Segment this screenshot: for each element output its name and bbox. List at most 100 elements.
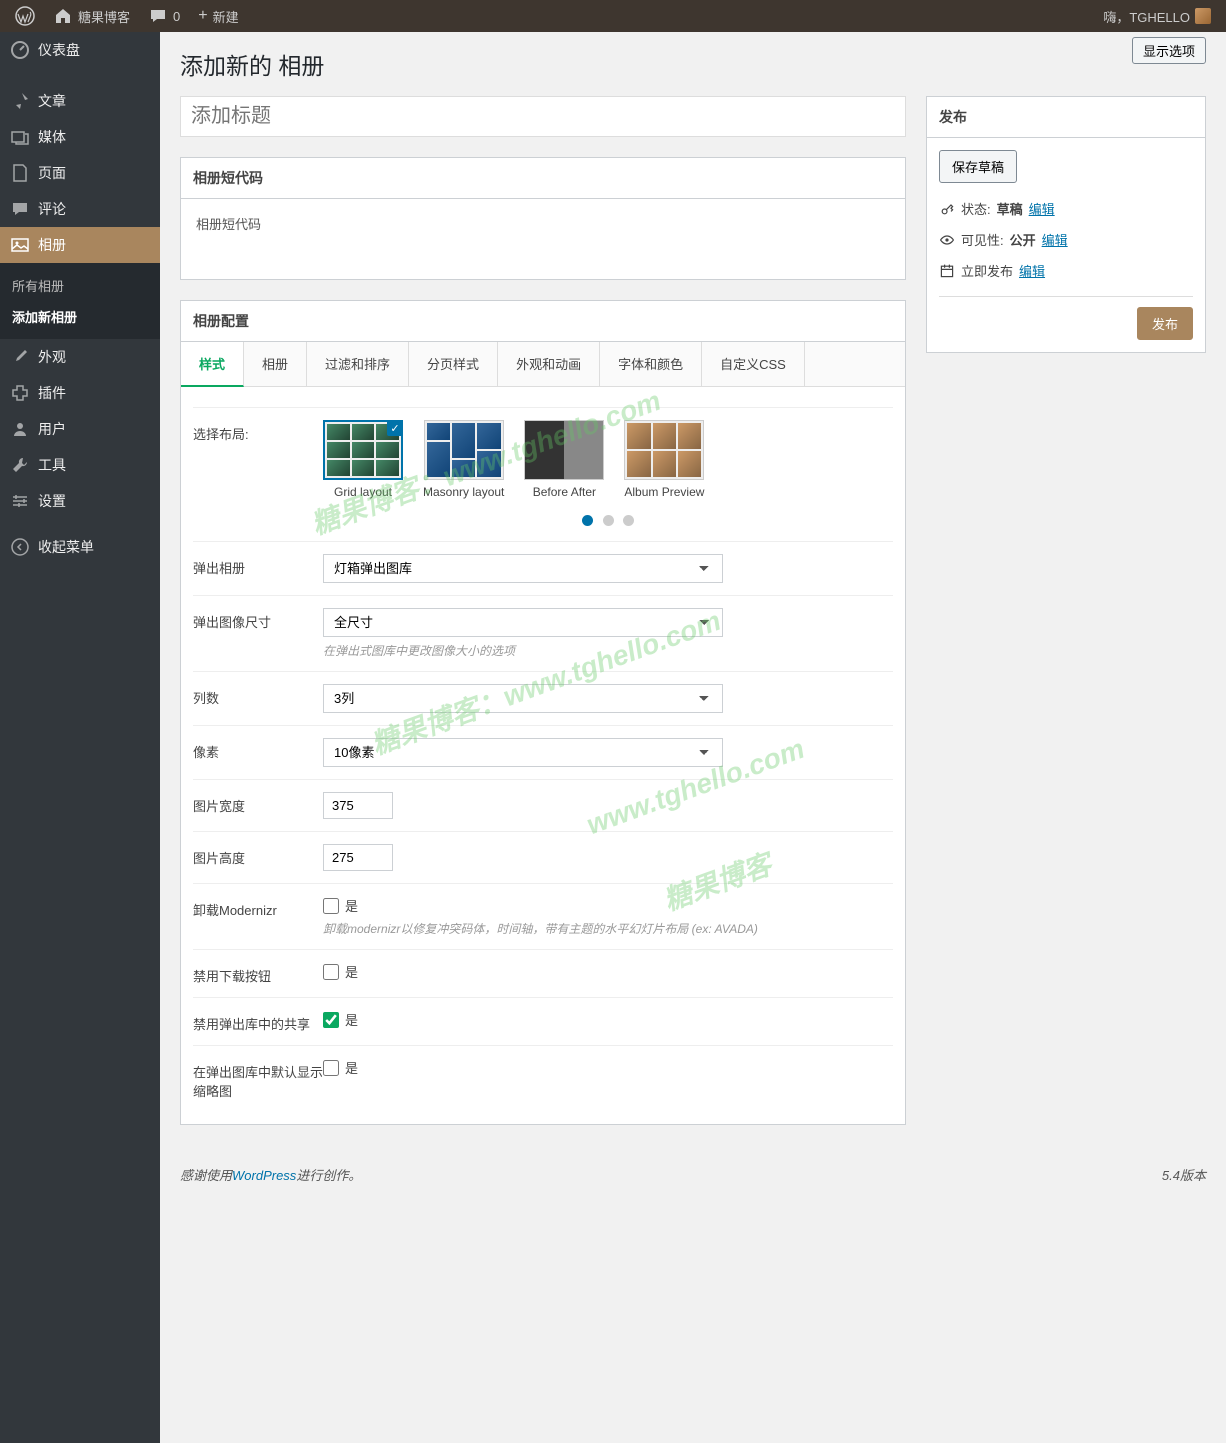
user-icon <box>10 419 30 439</box>
tab-gallery[interactable]: 相册 <box>244 342 307 386</box>
save-draft-button[interactable]: 保存草稿 <box>939 150 1017 183</box>
layout-opt-masonry[interactable]: Masonry layout <box>423 420 504 499</box>
dot-1[interactable] <box>582 515 593 526</box>
gallery-icon <box>10 235 30 255</box>
plugin-icon <box>10 383 30 403</box>
submenu-all-galleries[interactable]: 所有相册 <box>0 270 160 301</box>
media-icon <box>10 127 30 147</box>
dot-3[interactable] <box>623 515 634 526</box>
site-name: 糖果博客 <box>78 7 130 26</box>
disable-share-label: 禁用弹出库中的共享 <box>193 1010 323 1033</box>
comments-link[interactable]: 0 <box>141 0 187 32</box>
layout-opt-before-after[interactable]: Before After <box>524 420 604 499</box>
calendar-icon <box>939 263 955 279</box>
collapse-icon <box>10 537 30 557</box>
pin-icon <box>10 91 30 111</box>
menu-dashboard[interactable]: 仪表盘 <box>0 32 160 68</box>
menu-posts[interactable]: 文章 <box>0 83 160 119</box>
height-label: 图片高度 <box>193 844 323 871</box>
modernizr-checkbox[interactable] <box>323 898 339 914</box>
layout-pagination-dots <box>323 514 893 529</box>
user-greeting[interactable]: 嗨，TGHELLO <box>1096 0 1218 32</box>
menu-comments[interactable]: 评论 <box>0 191 160 227</box>
width-label: 图片宽度 <box>193 792 323 819</box>
default-thumbs-label: 在弹出图库中默认显示缩略图 <box>193 1058 323 1100</box>
menu-collapse[interactable]: 收起菜单 <box>0 529 160 565</box>
site-link[interactable]: 糖果博客 <box>46 0 137 32</box>
schedule-label: 立即发布 <box>961 261 1013 280</box>
layout-opt-album[interactable]: Album Preview <box>624 420 704 499</box>
pixels-select[interactable]: 10像素 <box>323 738 723 767</box>
menu-plugins[interactable]: 插件 <box>0 375 160 411</box>
tab-filter[interactable]: 过滤和排序 <box>307 342 409 386</box>
height-input[interactable] <box>323 844 393 871</box>
home-icon <box>53 6 73 26</box>
title-input[interactable] <box>180 96 906 137</box>
dot-2[interactable] <box>603 515 614 526</box>
menu-gallery[interactable]: 相册 <box>0 227 160 263</box>
width-input[interactable] <box>323 792 393 819</box>
visibility-value: 公开 <box>1010 230 1036 249</box>
disable-download-checkbox[interactable] <box>323 964 339 980</box>
tab-appearance[interactable]: 外观和动画 <box>498 342 600 386</box>
comment-count: 0 <box>173 9 180 24</box>
modernizr-label: 卸载Modernizr <box>193 896 323 937</box>
layout-opt-grid[interactable]: ✓ Grid layout <box>323 420 403 499</box>
dashboard-icon <box>10 40 30 60</box>
tab-pagination[interactable]: 分页样式 <box>409 342 498 386</box>
popup-size-select[interactable]: 全尺寸 <box>323 608 723 637</box>
page-icon <box>10 163 30 183</box>
publish-box: 发布 保存草稿 状态: 草稿 编辑 可见性: 公开 <box>926 96 1206 353</box>
settings-icon <box>10 491 30 511</box>
publish-heading: 发布 <box>927 97 1205 138</box>
footer-thanks: 感谢使用WordPress进行创作。 <box>180 1165 361 1184</box>
menu-media[interactable]: 媒体 <box>0 119 160 155</box>
layout-label: 选择布局: <box>193 420 323 529</box>
tools-icon <box>10 455 30 475</box>
default-thumbs-checkbox[interactable] <box>323 1060 339 1076</box>
schedule-edit-link[interactable]: 编辑 <box>1019 261 1045 280</box>
popup-size-label: 弹出图像尺寸 <box>193 608 323 659</box>
visibility-edit-link[interactable]: 编辑 <box>1042 230 1068 249</box>
status-value: 草稿 <box>997 199 1023 218</box>
tab-css[interactable]: 自定义CSS <box>702 342 805 386</box>
brush-icon <box>10 347 30 367</box>
shortcode-text: 相册短代码 <box>181 199 905 279</box>
key-icon <box>939 201 955 217</box>
columns-label: 列数 <box>193 684 323 713</box>
menu-settings[interactable]: 设置 <box>0 483 160 519</box>
tab-fonts[interactable]: 字体和颜色 <box>600 342 702 386</box>
submenu-add-gallery[interactable]: 添加新相册 <box>0 301 160 332</box>
menu-pages[interactable]: 页面 <box>0 155 160 191</box>
status-label: 状态: <box>961 199 991 218</box>
config-box: 相册配置 样式 相册 过滤和排序 分页样式 外观和动画 字体和颜色 自定义CSS <box>180 300 906 1125</box>
new-link[interactable]: +新建 <box>191 0 245 32</box>
plus-icon: + <box>198 7 207 25</box>
publish-button[interactable]: 发布 <box>1137 307 1193 340</box>
screen-options-button[interactable]: 显示选项 <box>1132 37 1206 64</box>
modernizr-hint: 卸载modernizr以修复冲突码体，时间轴，带有主题的水平幻灯片布局 (ex:… <box>323 920 893 937</box>
page-title: 添加新的 相册 <box>180 47 1206 81</box>
status-edit-link[interactable]: 编辑 <box>1029 199 1055 218</box>
visibility-label: 可见性: <box>961 230 1004 249</box>
pixels-label: 像素 <box>193 738 323 767</box>
disable-download-label: 禁用下载按钮 <box>193 962 323 985</box>
menu-appearance[interactable]: 外观 <box>0 339 160 375</box>
tab-style[interactable]: 样式 <box>181 342 244 387</box>
shortcode-box: 相册短代码 相册短代码 <box>180 157 906 280</box>
wp-logo[interactable] <box>8 0 42 32</box>
menu-tools[interactable]: 工具 <box>0 447 160 483</box>
popup-size-hint: 在弹出式图库中更改图像大小的选项 <box>323 642 893 659</box>
columns-select[interactable]: 3列 <box>323 684 723 713</box>
shortcode-heading: 相册短代码 <box>181 158 905 199</box>
popup-select[interactable]: 灯箱弹出图库 <box>323 554 723 583</box>
menu-users[interactable]: 用户 <box>0 411 160 447</box>
config-heading: 相册配置 <box>181 301 905 342</box>
check-icon: ✓ <box>387 420 403 436</box>
eye-icon <box>939 232 955 248</box>
wordpress-link[interactable]: WordPress <box>232 1168 296 1183</box>
gallery-submenu: 所有相册 添加新相册 <box>0 263 160 339</box>
disable-share-checkbox[interactable] <box>323 1012 339 1028</box>
popup-label: 弹出相册 <box>193 554 323 583</box>
admin-sidebar: 仪表盘 文章 媒体 页面 评论 相册 所有相册 添加新相册 外观 插件 用户 工… <box>0 32 160 1443</box>
